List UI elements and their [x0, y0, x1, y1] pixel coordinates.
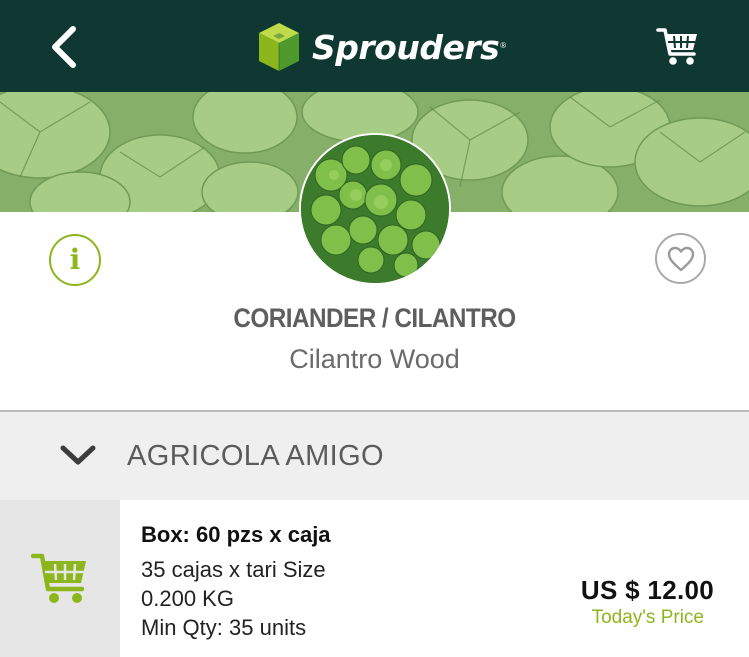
offer-min-qty: Min Qty: 35 units	[141, 615, 307, 640]
offer-row: Box: 60 pzs x caja 35 cajas x tari Size …	[0, 500, 749, 657]
offer-price: US $ 12.00	[580, 575, 714, 605]
favorite-button[interactable]	[655, 233, 706, 284]
offer-weight: 0.200 KG	[141, 586, 234, 611]
supplier-name: AGRICOLA AMIGO	[127, 440, 384, 472]
chevron-left-icon	[52, 26, 76, 68]
price-label: Today's Price	[591, 607, 704, 628]
supplier-row-toggle[interactable]: AGRICOLA AMIGO	[0, 412, 749, 500]
brand-logo: Sprouders ®	[254, 18, 506, 76]
shopping-cart-icon	[656, 28, 697, 65]
add-to-cart-icon	[31, 553, 86, 603]
info-icon: i	[69, 243, 81, 276]
product-title: CORIANDER / CILANTRO	[233, 303, 516, 333]
heart-icon	[667, 246, 694, 271]
registered-mark: ®	[500, 40, 507, 50]
add-to-cart-button[interactable]	[0, 500, 120, 657]
sprouders-logo-icon	[259, 23, 299, 71]
offer-box-size: Box: 60 pzs x caja	[141, 522, 331, 547]
back-button[interactable]	[38, 22, 88, 72]
info-button[interactable]: i	[49, 234, 101, 286]
product-photo	[299, 133, 451, 285]
brand-name: Sprouders	[312, 27, 500, 67]
product-subtitle: Cilantro Wood	[289, 344, 460, 374]
offer-cajas-per-tari: 35 cajas x tari Size	[141, 557, 326, 582]
app-header: Sprouders ®	[0, 0, 749, 92]
cart-button[interactable]	[652, 22, 704, 72]
chevron-down-icon	[60, 445, 96, 465]
